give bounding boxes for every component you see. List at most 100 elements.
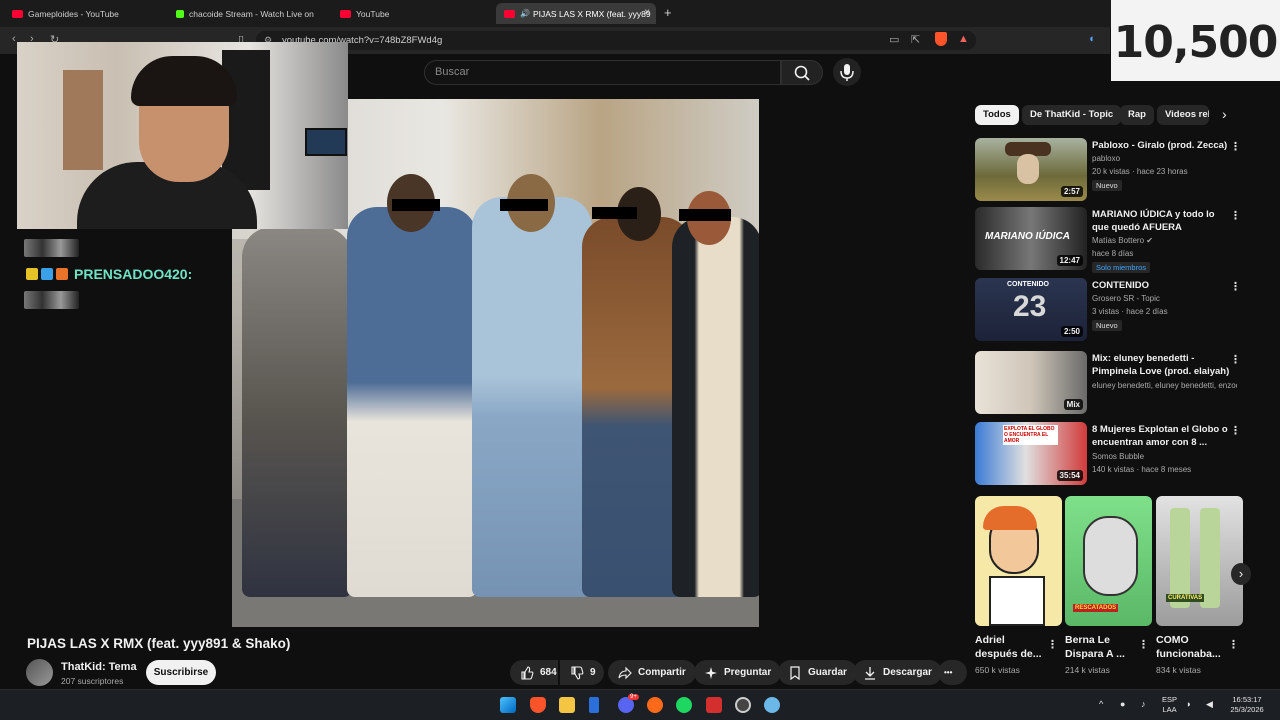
chip-related-videos[interactable]: Videos rel [1157,105,1209,125]
microphone-tray-icon[interactable]: ♪ [1141,699,1146,709]
censor-bar [500,199,548,211]
recommendation-item[interactable]: 2:57 Pabloxo - Giralo (prod. Zecca) pabl… [975,138,1245,202]
video-thumbnail[interactable]: CONTENIDO 23 2:50 [975,278,1087,341]
language-indicator[interactable]: ESP LAA [1162,695,1177,715]
more-options-icon[interactable]: ⋮ [1230,424,1241,437]
tab-gameploides[interactable]: Gameploides - YouTube [4,3,164,24]
thumb-number: 23 [1013,290,1047,323]
recommendation-item[interactable]: CONTENIDO 23 2:50 CONTENIDO Grosero SR -… [975,278,1245,342]
chat-badge-icon [26,268,38,280]
download-button[interactable]: Descargar [853,660,942,685]
close-tab-icon[interactable]: × [644,7,650,18]
short-views: 834 k vistas [1156,665,1201,675]
chat-badge-icon [41,268,53,280]
webcam-chair [222,50,270,190]
recommendation-title[interactable]: Mix: eluney benedetti - Pimpinela Love (… [1092,352,1232,378]
wifi-icon[interactable]: ◗ [1186,699,1191,709]
like-button[interactable]: 684 [510,660,558,685]
new-badge: Nuevo [1092,180,1122,191]
more-options-icon[interactable]: ⋮ [1230,140,1241,153]
ask-button[interactable]: Preguntar [694,660,782,685]
short-views: 650 k vistas [975,665,1020,675]
search-input[interactable]: Buscar [424,60,781,85]
more-actions-button[interactable]: ••• [938,660,967,685]
chip-channel-topic[interactable]: De ThatKid - Topic [1022,105,1122,125]
dislike-button[interactable]: 9 [560,660,604,685]
recommendation-channel[interactable]: eluney benedetti, eluney benedetti, enzo… [1092,381,1237,390]
back-icon[interactable]: ‹ [12,33,16,45]
short-thumbnail[interactable] [975,496,1062,626]
recommendation-item[interactable]: MARIANO IÚDICA 12:47 MARIANO IÚDICA y to… [975,207,1245,273]
short-title[interactable]: Adriel después de... [975,633,1045,661]
app-icon[interactable] [647,697,663,713]
voice-search-button[interactable] [833,58,861,86]
more-options-icon[interactable]: ⋮ [1228,638,1239,651]
video-thumbnail[interactable]: Mix [975,351,1087,414]
short-thumbnail[interactable]: RESCATADOS [1065,496,1152,626]
streamer-webcam [17,42,348,229]
subscribe-button[interactable]: Suscribirse [146,660,216,685]
brave-rewards-icon[interactable]: ▲ [958,33,969,45]
share-icon [618,666,632,679]
video-thumbnail[interactable]: MARIANO IÚDICA 12:47 [975,207,1087,270]
tray-chevron-up-icon[interactable]: ^ [1099,699,1103,709]
recommendation-title[interactable]: Pabloxo - Giralo (prod. Zecca) [1092,139,1232,152]
recommendation-title[interactable]: CONTENIDO [1092,279,1232,292]
tab-current-video[interactable]: 🔊 PIJAS LAS X RMX (feat. yyy89 × [496,3,656,24]
video-thumbnail[interactable]: EXPLOTA EL GLOBO O ENCUENTRA EL AMOR 35:… [975,422,1087,485]
more-options-icon[interactable]: ⋮ [1230,209,1241,222]
app-icon[interactable] [706,697,722,713]
chip-all[interactable]: Todos [975,105,1019,125]
file-explorer-icon[interactable] [559,697,575,713]
recommendation-channel[interactable]: Grosero SR - Topic [1092,294,1237,303]
more-options-icon[interactable]: ⋮ [1138,638,1149,651]
app-icon[interactable] [764,697,780,713]
chat-emote [24,239,79,257]
brave-browser-icon[interactable] [530,697,546,713]
more-options-icon[interactable]: ⋮ [1230,353,1241,366]
address-bar[interactable]: ⚙ youtube.com/watch?v=748bZ8FWd4g [256,31,976,50]
network-icon[interactable]: ● [1120,699,1125,709]
recommendation-item[interactable]: EXPLOTA EL GLOBO O ENCUENTRA EL AMOR 35:… [975,422,1245,486]
recommendation-channel[interactable]: Somos Bubble [1092,452,1237,461]
recommendation-title[interactable]: MARIANO IÚDICA y todo lo que quedó AFUER… [1092,208,1232,234]
search-button[interactable] [781,60,823,85]
recommendation-item[interactable]: Mix Mix: eluney benedetti - Pimpinela Lo… [975,351,1245,415]
share-page-icon[interactable]: ⇱ [911,33,920,46]
volume-icon[interactable]: ◀ [1206,699,1213,709]
recommendation-title[interactable]: 8 Mujeres Explotan el Globo o encuentran… [1092,423,1232,449]
subscriber-count: 207 suscriptores [61,676,124,686]
more-options-icon[interactable]: ⋮ [1047,638,1058,651]
chip-rap[interactable]: Rap [1120,105,1154,125]
cast-icon[interactable]: ▭ [889,33,899,46]
recommendation-channel[interactable]: Matías Bottero ✔ [1092,236,1237,245]
brave-shields-icon[interactable] [935,32,947,46]
tab-kick-stream[interactable]: chacoide Stream - Watch Live on [168,3,328,24]
recommendation-channel[interactable]: pabloxo [1092,154,1237,163]
steam-icon[interactable] [735,697,751,713]
recommendation-meta: 140 k vistas · hace 8 meses [1092,465,1192,474]
thumb-face [1017,154,1039,184]
search-icon [794,65,810,81]
short-title[interactable]: COMO funcionaba... [1156,633,1226,661]
spotify-icon[interactable] [676,697,692,713]
tab-youtube[interactable]: YouTube [332,3,492,24]
clock[interactable]: 16:53:17 25/3/2026 [1226,695,1268,715]
share-button[interactable]: Compartir [608,660,696,685]
video-thumbnail[interactable]: 2:57 [975,138,1087,201]
channel-name[interactable]: ThatKid: Tema [61,661,137,673]
new-tab-button[interactable]: + [664,5,672,20]
censor-bar [392,199,440,211]
windows-start-icon[interactable] [500,697,516,713]
webcam-monitor [305,128,347,156]
shorts-next-button[interactable]: › [1231,563,1251,585]
short-title[interactable]: Berna Le Dispara A ... [1065,633,1135,661]
audio-playing-icon[interactable]: ◖ [1088,33,1095,45]
more-options-icon[interactable]: ⋮ [1230,280,1241,293]
bluetooth-app-icon[interactable] [589,697,599,713]
save-button[interactable]: Guardar [778,660,857,685]
channel-avatar[interactable] [26,659,53,686]
chevron-right-icon[interactable]: › [1222,106,1227,122]
short-shirt [989,576,1045,626]
short-thumbnail[interactable]: CURATIVAS [1156,496,1243,626]
